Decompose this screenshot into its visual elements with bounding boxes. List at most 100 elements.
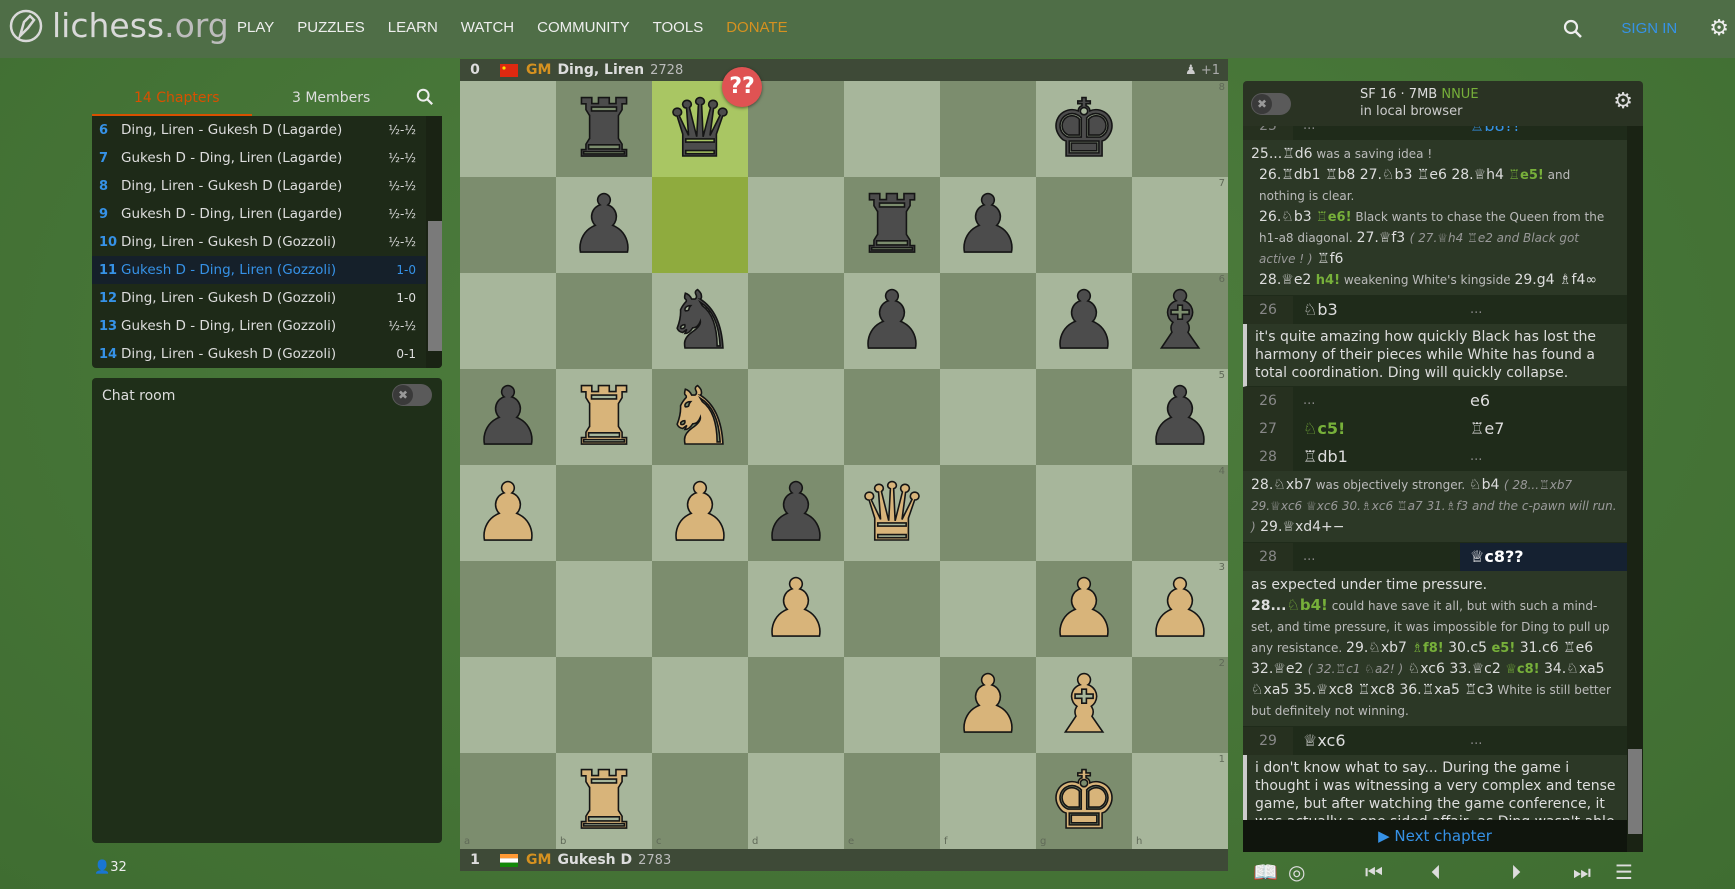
white-pawn-icon[interactable]: ♟ — [1047, 568, 1120, 650]
square-a8[interactable] — [460, 81, 556, 177]
move[interactable]: 30.c5 — [1444, 640, 1492, 656]
square-h4[interactable]: 4 — [1132, 465, 1228, 561]
move[interactable]: 29.♕xd4+− — [1256, 519, 1344, 535]
chapter-item[interactable]: 11 Gukesh D - Ding, Liren (Gozzoli) 1-0 — [92, 256, 426, 284]
move[interactable]: 29.g4 ♗f4∞ — [1514, 272, 1597, 288]
chapter-item[interactable]: 8 Ding, Liren - Gukesh D (Lagarde) ½-½ — [92, 172, 426, 200]
next-chapter-button[interactable]: ▶ Next chapter — [1243, 820, 1627, 852]
tab-chapters[interactable]: 14 Chapters — [134, 90, 220, 106]
square-g8[interactable]: ♚ — [1036, 81, 1132, 177]
square-d6[interactable] — [748, 273, 844, 369]
square-a6[interactable] — [460, 273, 556, 369]
chapter-item[interactable]: 9 Gukesh D - Ding, Liren (Lagarde) ½-½ — [92, 200, 426, 228]
target-icon[interactable]: ◎ — [1288, 860, 1305, 884]
move[interactable]: ♖b8?! — [1460, 126, 1627, 140]
square-h6[interactable]: 6 ♝ — [1132, 273, 1228, 369]
square-b8[interactable]: ♜ — [556, 81, 652, 177]
move[interactable]: ♖e5! — [1508, 168, 1543, 183]
square-f2[interactable]: ♟ — [940, 657, 1036, 753]
white-pawn-icon[interactable]: ♟ — [951, 664, 1024, 746]
square-h5[interactable]: 5 ♟ — [1132, 369, 1228, 465]
black-queen-icon[interactable]: ♛ — [663, 88, 736, 170]
square-h8[interactable]: 8 — [1132, 81, 1228, 177]
square-e7[interactable]: ♜ — [844, 177, 940, 273]
white-rook-icon[interactable]: ♜ — [567, 376, 640, 458]
square-b1[interactable]: b ♜ — [556, 753, 652, 849]
square-b3[interactable] — [556, 561, 652, 657]
square-g3[interactable]: ♟ — [1036, 561, 1132, 657]
square-b5[interactable]: ♜ — [556, 369, 652, 465]
gear-icon[interactable]: ⚙ — [1613, 89, 1633, 114]
chapter-item[interactable]: 7 Gukesh D - Ding, Liren (Lagarde) ½-½ — [92, 144, 426, 172]
tab-members[interactable]: 3 Members — [292, 90, 370, 106]
square-c4[interactable]: ♟ — [652, 465, 748, 561]
square-f3[interactable] — [940, 561, 1036, 657]
move[interactable]: ... — [1460, 443, 1627, 471]
square-b2[interactable] — [556, 657, 652, 753]
square-f5[interactable] — [940, 369, 1036, 465]
move[interactable]: ♕c8! — [1505, 662, 1539, 677]
last-move-icon[interactable]: ⏭ — [1573, 860, 1591, 884]
square-f6[interactable] — [940, 273, 1036, 369]
square-b4[interactable] — [556, 465, 652, 561]
black-pawn-icon[interactable]: ♟ — [1047, 280, 1120, 362]
square-e2[interactable] — [844, 657, 940, 753]
move[interactable]: ♘b4 — [1469, 477, 1504, 493]
square-d5[interactable] — [748, 369, 844, 465]
square-d3[interactable]: ♟ — [748, 561, 844, 657]
square-c7[interactable] — [652, 177, 748, 273]
move-list-scrollbar[interactable] — [1627, 126, 1643, 852]
move[interactable]: e6 — [1460, 387, 1627, 415]
square-e5[interactable] — [844, 369, 940, 465]
previous-move-icon[interactable]: ⏴ — [1431, 860, 1441, 884]
black-knight-icon[interactable]: ♞ — [663, 280, 736, 362]
nav-play[interactable]: PLAY — [237, 19, 274, 36]
white-bishop-icon[interactable]: ♝ — [1047, 664, 1120, 746]
square-h7[interactable]: 7 — [1132, 177, 1228, 273]
gear-icon[interactable]: ⚙ — [1709, 16, 1729, 41]
square-e8[interactable] — [844, 81, 940, 177]
move[interactable]: ♖db1 — [1293, 443, 1460, 471]
black-king-icon[interactable]: ♚ — [1047, 88, 1120, 170]
menu-icon[interactable]: ☰ — [1615, 860, 1633, 884]
white-queen-icon[interactable]: ♛ — [855, 472, 928, 554]
nav-puzzles[interactable]: PUZZLES — [297, 19, 365, 36]
engine-toggle[interactable]: ✖ — [1251, 93, 1291, 115]
move[interactable]: ♖e7 — [1460, 415, 1627, 443]
move[interactable]: 28.♘xb7 — [1251, 477, 1312, 493]
move[interactable]: 25...♖d6 — [1251, 146, 1313, 162]
chapter-item[interactable]: 10 Ding, Liren - Gukesh D (Gozzoli) ½-½ — [92, 228, 426, 256]
nav-learn[interactable]: LEARN — [388, 19, 438, 36]
move[interactable]: ... — [1460, 296, 1627, 324]
white-pawn-icon[interactable]: ♟ — [471, 472, 544, 554]
chapter-item[interactable]: 14 Ding, Liren - Gukesh D (Gozzoli) 0-1 — [92, 340, 426, 368]
square-h1[interactable]: h1 — [1132, 753, 1228, 849]
sign-in-link[interactable]: SIGN IN — [1621, 20, 1677, 37]
white-king-icon[interactable]: ♚ — [1047, 760, 1120, 842]
move[interactable]: ♖f6 — [1313, 251, 1343, 267]
white-knight-icon[interactable]: ♞ — [663, 376, 736, 458]
white-rook-icon[interactable]: ♜ — [567, 760, 640, 842]
next-move-icon[interactable]: ⏵ — [1511, 860, 1521, 884]
move[interactable]: ♕xc6 — [1293, 727, 1460, 755]
move[interactable]: ♘b4! — [1286, 596, 1327, 614]
square-e1[interactable]: e — [844, 753, 940, 849]
black-pawn-icon[interactable]: ♟ — [855, 280, 928, 362]
move[interactable]: ... — [1293, 126, 1460, 140]
nav-watch[interactable]: WATCH — [461, 19, 514, 36]
move[interactable]: 26.♘b3 — [1259, 209, 1316, 225]
move[interactable]: ♘b3 — [1293, 296, 1460, 324]
square-d8[interactable] — [748, 81, 844, 177]
chess-board[interactable]: ♜ ♛ ♚ 8 ♟ ♜ ♟ 7 ♞ ♟ ♟ 6 ♝ ♟ ♜ ♞ 5 ♟ ♟ ♟ ♟ ♛ 4 ♟ ♟ 3 ♟ ♟ ♝ 2 a b ♜ c d e f g ♚ h… — [460, 67, 1228, 849]
square-a3[interactable] — [460, 561, 556, 657]
move[interactable]: e5! — [1491, 641, 1515, 656]
book-icon[interactable]: 📖 — [1253, 860, 1278, 884]
chapter-item[interactable]: 12 Ding, Liren - Gukesh D (Gozzoli) 1-0 — [92, 284, 426, 312]
chapter-item[interactable]: 6 Ding, Liren - Gukesh D (Lagarde) ½-½ — [92, 116, 426, 144]
move[interactable]: ♖e6! — [1316, 210, 1351, 225]
move[interactable]: ♘c5! — [1293, 415, 1460, 443]
square-h2[interactable]: 2 — [1132, 657, 1228, 753]
square-c1[interactable]: c — [652, 753, 748, 849]
square-c2[interactable] — [652, 657, 748, 753]
square-c5[interactable]: ♞ — [652, 369, 748, 465]
